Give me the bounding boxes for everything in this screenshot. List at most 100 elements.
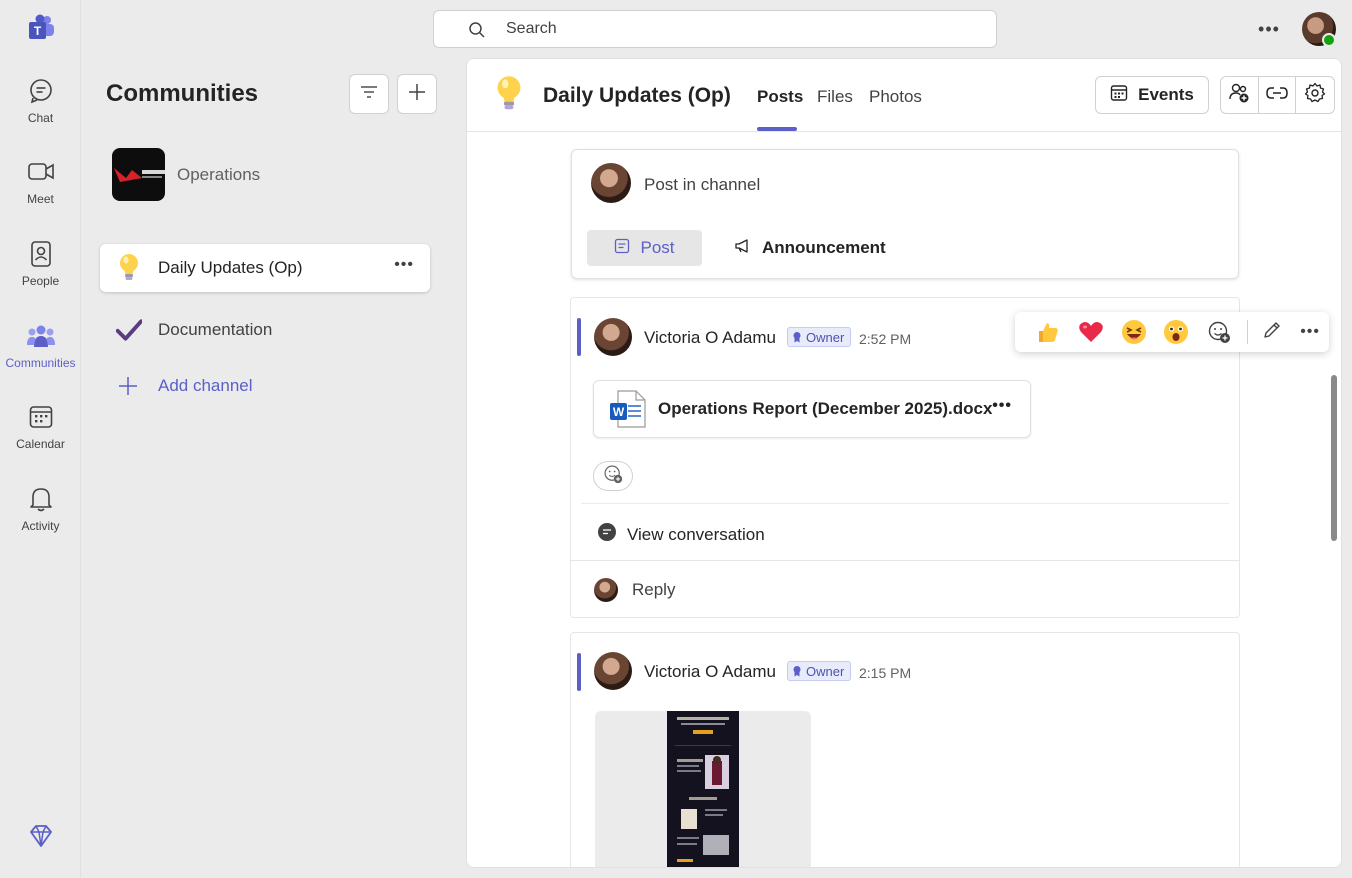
rail-label: Calendar bbox=[16, 437, 65, 451]
view-conversation-button[interactable]: View conversation bbox=[597, 522, 765, 547]
divider bbox=[581, 503, 1229, 504]
post-label: Post bbox=[640, 238, 675, 257]
team-logo bbox=[112, 148, 165, 201]
communities-icon bbox=[26, 321, 56, 351]
lightbulb-icon bbox=[495, 75, 523, 113]
post-button[interactable]: Post bbox=[587, 230, 702, 266]
checkmark-icon bbox=[116, 315, 142, 345]
plus-icon bbox=[116, 374, 140, 398]
add-member-button[interactable] bbox=[1221, 77, 1259, 113]
add-button[interactable] bbox=[397, 74, 437, 114]
badge-label: Owner bbox=[806, 663, 845, 679]
file-attachment[interactable]: W Operations Report (December 2025).docx… bbox=[593, 380, 1031, 438]
rail-item-chat[interactable]: Chat bbox=[0, 70, 81, 140]
heart-emoji-icon[interactable] bbox=[1070, 312, 1113, 352]
filter-icon bbox=[360, 85, 378, 104]
add-channel-button[interactable]: Add channel bbox=[116, 374, 253, 398]
search-icon bbox=[468, 21, 486, 44]
channel-label: Documentation bbox=[158, 320, 273, 339]
post-author[interactable]: Victoria O Adamu bbox=[644, 328, 776, 348]
avatar[interactable] bbox=[594, 652, 632, 690]
channel-label: Daily Updates (Op) bbox=[158, 258, 303, 277]
post-accent-bar bbox=[577, 318, 581, 356]
add-people-icon bbox=[1228, 82, 1250, 109]
reply-label: Reply bbox=[632, 579, 676, 599]
rail-item-activity[interactable]: Activity bbox=[0, 478, 81, 548]
rail-item-people[interactable]: People bbox=[0, 233, 81, 303]
post-icon bbox=[614, 238, 630, 259]
view-conversation-label: View conversation bbox=[627, 524, 765, 544]
tab-photos[interactable]: Photos bbox=[869, 87, 922, 107]
file-name: Operations Report (December 2025).docx bbox=[658, 399, 993, 418]
rail-label: Chat bbox=[27, 111, 54, 125]
svg-text:W: W bbox=[613, 405, 625, 419]
more-options-icon[interactable]: ••• bbox=[1256, 16, 1282, 42]
post-author[interactable]: Victoria O Adamu bbox=[644, 662, 776, 682]
video-icon bbox=[26, 157, 56, 187]
badge-label: Owner bbox=[806, 329, 845, 345]
announcement-label: Announcement bbox=[762, 238, 886, 257]
tab-posts[interactable]: Posts bbox=[757, 87, 803, 107]
surprised-emoji-icon[interactable] bbox=[1155, 312, 1198, 352]
post-time: 2:52 PM bbox=[859, 331, 912, 347]
rail-item-communities[interactable]: Communities bbox=[0, 315, 81, 385]
reply-button[interactable]: Reply bbox=[571, 560, 1239, 618]
avatar bbox=[594, 577, 618, 602]
posts-feed[interactable]: Post in channel Post Announcement Victor… bbox=[467, 133, 1341, 867]
edit-button[interactable] bbox=[1254, 312, 1292, 352]
panel-title: Communities bbox=[106, 80, 259, 107]
calendar-icon bbox=[1110, 84, 1128, 107]
add-reaction-icon bbox=[603, 464, 623, 489]
add-reaction-icon[interactable] bbox=[1198, 312, 1241, 352]
channel-daily-updates[interactable]: Daily Updates (Op) ••• bbox=[100, 244, 430, 292]
post-time: 2:15 PM bbox=[859, 665, 912, 681]
add-reaction-button[interactable] bbox=[593, 461, 633, 491]
add-channel-label: Add channel bbox=[158, 376, 253, 395]
ribbon-icon bbox=[792, 331, 802, 343]
contact-book-icon bbox=[26, 239, 56, 269]
megaphone-icon bbox=[734, 238, 752, 259]
reaction-toolbar: ••• bbox=[1015, 312, 1329, 352]
tab-files[interactable]: Files bbox=[817, 87, 853, 107]
channel-header: Daily Updates (Op) Posts Files Photos Ev… bbox=[467, 59, 1341, 132]
post-in-channel-input[interactable]: Post in channel bbox=[644, 175, 760, 195]
rail-label: People bbox=[21, 274, 60, 288]
laugh-emoji-icon[interactable] bbox=[1112, 312, 1155, 352]
premium-diamond-icon[interactable] bbox=[27, 822, 55, 850]
post-accent-bar bbox=[577, 653, 581, 691]
like-emoji-icon[interactable] bbox=[1027, 312, 1070, 352]
copy-link-button[interactable] bbox=[1259, 77, 1297, 113]
search-input[interactable] bbox=[506, 20, 986, 38]
teams-logo-icon[interactable]: T bbox=[27, 14, 55, 42]
filter-button[interactable] bbox=[349, 74, 389, 114]
channel-documentation[interactable]: Documentation bbox=[100, 306, 430, 354]
bell-icon bbox=[26, 484, 56, 514]
post-composer: Post in channel Post Announcement bbox=[571, 149, 1239, 279]
calendar-icon bbox=[26, 402, 56, 432]
events-button[interactable]: Events bbox=[1095, 76, 1209, 114]
avatar[interactable] bbox=[594, 318, 632, 356]
rail-item-meet[interactable]: Meet bbox=[0, 151, 81, 221]
announcement-button[interactable]: Announcement bbox=[734, 230, 886, 266]
header-actions bbox=[1220, 76, 1335, 114]
feed-scrollbar[interactable] bbox=[1331, 375, 1337, 541]
channel-title: Daily Updates (Op) bbox=[543, 84, 731, 107]
search-box[interactable] bbox=[433, 10, 997, 48]
events-label: Events bbox=[1138, 85, 1194, 104]
rail-label: Activity bbox=[21, 519, 60, 533]
owner-badge: Owner bbox=[787, 327, 852, 347]
more-options-icon[interactable]: ••• bbox=[1291, 312, 1329, 352]
post-item: Victoria O Adamu Owner 2:15 PM bbox=[570, 632, 1240, 867]
ribbon-icon bbox=[792, 665, 802, 677]
gear-icon bbox=[1304, 82, 1326, 109]
image-attachment[interactable] bbox=[595, 711, 811, 867]
more-options-icon[interactable]: ••• bbox=[992, 397, 1012, 415]
more-options-icon[interactable]: ••• bbox=[394, 256, 414, 274]
owner-badge: Owner bbox=[787, 661, 852, 681]
channel-main: Daily Updates (Op) Posts Files Photos Ev… bbox=[466, 58, 1342, 868]
toolbar-separator bbox=[1246, 320, 1248, 344]
pencil-icon bbox=[1262, 320, 1282, 345]
settings-button[interactable] bbox=[1296, 77, 1334, 113]
rail-item-calendar[interactable]: Calendar bbox=[0, 396, 81, 466]
team-operations[interactable]: Operations bbox=[112, 148, 260, 201]
